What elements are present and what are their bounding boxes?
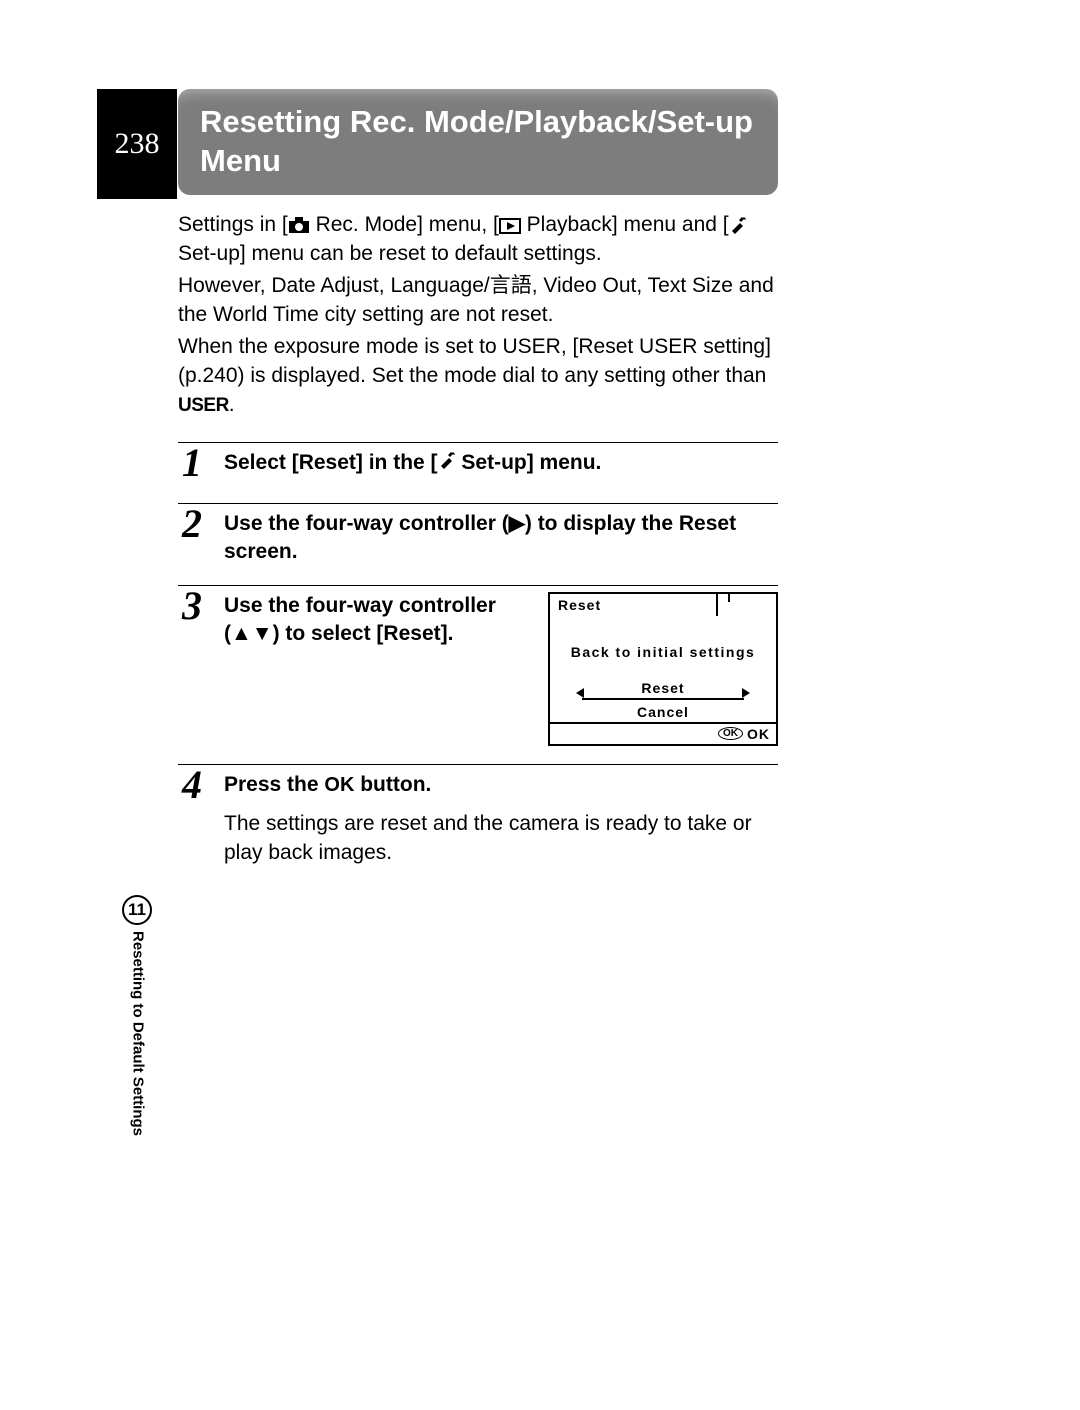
step-heading: Select [Reset] in the [ Set-up] menu. [224, 449, 778, 477]
page-content: Settings in [ Rec. Mode] menu, [ Playbac… [178, 210, 778, 886]
step4-text-a: Press the [224, 773, 324, 796]
step-description: The settings are reset and the camera is… [224, 809, 778, 868]
step4-text-b: button. [354, 773, 431, 796]
setup-icon [729, 216, 747, 234]
intro-para3a: When the exposure mode is set to USER, [… [178, 335, 771, 387]
reset-option-selected: Reset [582, 680, 744, 700]
intro-setup: Set-up] menu can be reset to default set… [178, 242, 602, 265]
intro-recmode: Rec. Mode] menu, [ [310, 213, 499, 236]
setup-icon [438, 451, 456, 474]
step-1: 1 Select [Reset] in the [ Set-up] menu. [178, 442, 778, 503]
intro-playback: Playback] menu and [ [521, 213, 729, 236]
intro-text: Settings in [ Rec. Mode] menu, [ Playbac… [178, 210, 778, 420]
intro-part1: Settings in [ [178, 213, 288, 236]
intro-para3b: . [229, 393, 235, 416]
ok-button-label: OK [324, 772, 354, 799]
chapter-label: Resetting to Default Settings [128, 931, 147, 1136]
step-number: 4 [178, 767, 206, 864]
step-4: 4 Press the OK button. The settings are … [178, 764, 778, 886]
step-heading: Press the OK button. [224, 771, 778, 799]
footer-ok-label: OK [747, 726, 770, 742]
reset-screen-message: Back to initial settings [558, 626, 768, 680]
step1-text-b: Set-up] menu. [456, 451, 602, 474]
reset-screen-illustration: Reset Back to initial settings Reset Can… [548, 592, 778, 746]
step-heading: Use the four-way controller (▶) to displ… [224, 510, 778, 567]
reset-screen-tab-stub [718, 592, 730, 602]
ok-pill-icon: OK [718, 727, 743, 740]
step-heading: Use the four-way controller (▲▼) to sele… [224, 592, 518, 649]
chapter-number-badge: 11 [122, 895, 152, 925]
page-title: Resetting Rec. Mode/Playback/Set-up Menu [178, 89, 778, 195]
intro-para2: However, Date Adjust, Language/言語, Video… [178, 271, 778, 330]
chapter-tab: 11 Resetting to Default Settings [97, 895, 177, 1136]
camera-icon [288, 216, 310, 234]
step-number: 3 [178, 588, 206, 742]
playback-icon [499, 218, 521, 234]
reset-option-cancel: Cancel [558, 702, 768, 722]
steps-list: 1 Select [Reset] in the [ Set-up] menu. … [178, 442, 778, 886]
step1-text-a: Select [Reset] in the [ [224, 451, 438, 474]
step-2: 2 Use the four-way controller (▶) to dis… [178, 503, 778, 585]
step-number: 1 [178, 445, 206, 481]
manual-page: 238 Resetting Rec. Mode/Playback/Set-up … [0, 0, 1080, 1410]
page-number: 238 [97, 89, 177, 199]
step-3: 3 Use the four-way controller (▲▼) to se… [178, 585, 778, 764]
reset-screen-footer: OK OK [550, 722, 776, 744]
user-mode-label: USER [178, 393, 229, 420]
step-number: 2 [178, 506, 206, 563]
reset-screen-tab: Reset [548, 592, 718, 616]
